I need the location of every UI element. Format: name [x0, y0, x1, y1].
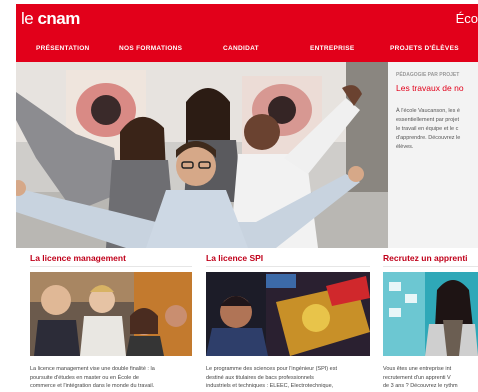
side-text-line: élèves. [396, 144, 414, 150]
card-text-line: industriels et techniques : ELEEC, Elect… [206, 383, 334, 389]
page: le cnam Éco PRÉSENTATION NOS FORMATIONS … [16, 4, 478, 392]
side-kicker: PÉDAGOGIE PAR PROJET [396, 72, 460, 78]
card-image-licence-spi[interactable] [206, 272, 370, 356]
card-divider [383, 266, 478, 267]
nav-item-formations[interactable]: NOS FORMATIONS [119, 45, 182, 52]
card-illustration [383, 272, 478, 356]
side-text-line: À l'école Vaucanson, les é [396, 108, 460, 114]
card-text-licence-management: La licence management vise une double fi… [30, 365, 192, 391]
site-title: Éco [455, 11, 478, 26]
card-text-recrutez-apprenti: Vous êtes une entreprise int recrutement… [383, 365, 478, 391]
main-nav: PRÉSENTATION NOS FORMATIONS CANDIDAT ENT… [16, 38, 478, 62]
side-title-link[interactable]: Les travaux de no [396, 83, 464, 93]
card-divider [206, 266, 370, 267]
card-title-licence-spi[interactable]: La licence SPI [206, 253, 263, 263]
hero-illustration [16, 62, 388, 248]
logo-bold-text: cnam [37, 9, 80, 28]
side-text-line: essentiellement par projet [396, 117, 459, 123]
hero-photo[interactable] [16, 62, 388, 248]
nav-item-presentation[interactable]: PRÉSENTATION [36, 45, 90, 52]
nav-item-projets[interactable]: PROJETS D'ÉLÈVES [390, 45, 459, 52]
card-text-line: Vous êtes une entreprise int [383, 366, 452, 372]
card-text-line: La licence management vise une double fi… [30, 366, 155, 372]
card-text-line: commerce et l'intégration dans le monde … [30, 383, 155, 389]
side-text-line: d'apprendre. Découvrez le [396, 135, 461, 141]
site-header: le cnam Éco [16, 4, 478, 38]
card-image-recrutez-apprenti[interactable] [383, 272, 478, 356]
card-text-licence-spi: Le programme des sciences pour l'ingénie… [206, 365, 370, 391]
card-text-line: poursuite d'études en master ou en École… [30, 374, 139, 381]
card-text-line: destiné aux titulaires de bacs professio… [206, 374, 314, 381]
card-text-line: Le programme des sciences pour l'ingénie… [206, 366, 337, 372]
side-text-line: le travail en équipe et le c [396, 126, 459, 132]
card-title-recrutez-apprenti[interactable]: Recrutez un apprenti [383, 253, 468, 263]
side-text: À l'école Vaucanson, les é essentielleme… [396, 107, 478, 152]
nav-item-candidat[interactable]: CANDIDAT [223, 45, 259, 52]
side-panel: PÉDAGOGIE PAR PROJET Les travaux de no À… [388, 62, 478, 248]
card-text-line: recrutement d'un apprenti V [383, 374, 451, 381]
nav-item-entreprise[interactable]: ENTREPRISE [310, 45, 355, 52]
card-divider [30, 266, 192, 267]
card-illustration [206, 272, 370, 356]
logo-light-text: le [21, 9, 38, 28]
card-image-licence-management[interactable] [30, 272, 192, 356]
card-title-licence-management[interactable]: La licence management [30, 253, 126, 263]
cnam-logo[interactable]: le cnam [21, 9, 80, 29]
card-text-line: de 3 ans ? Découvrez le rythm [383, 383, 458, 389]
card-illustration [30, 272, 192, 356]
